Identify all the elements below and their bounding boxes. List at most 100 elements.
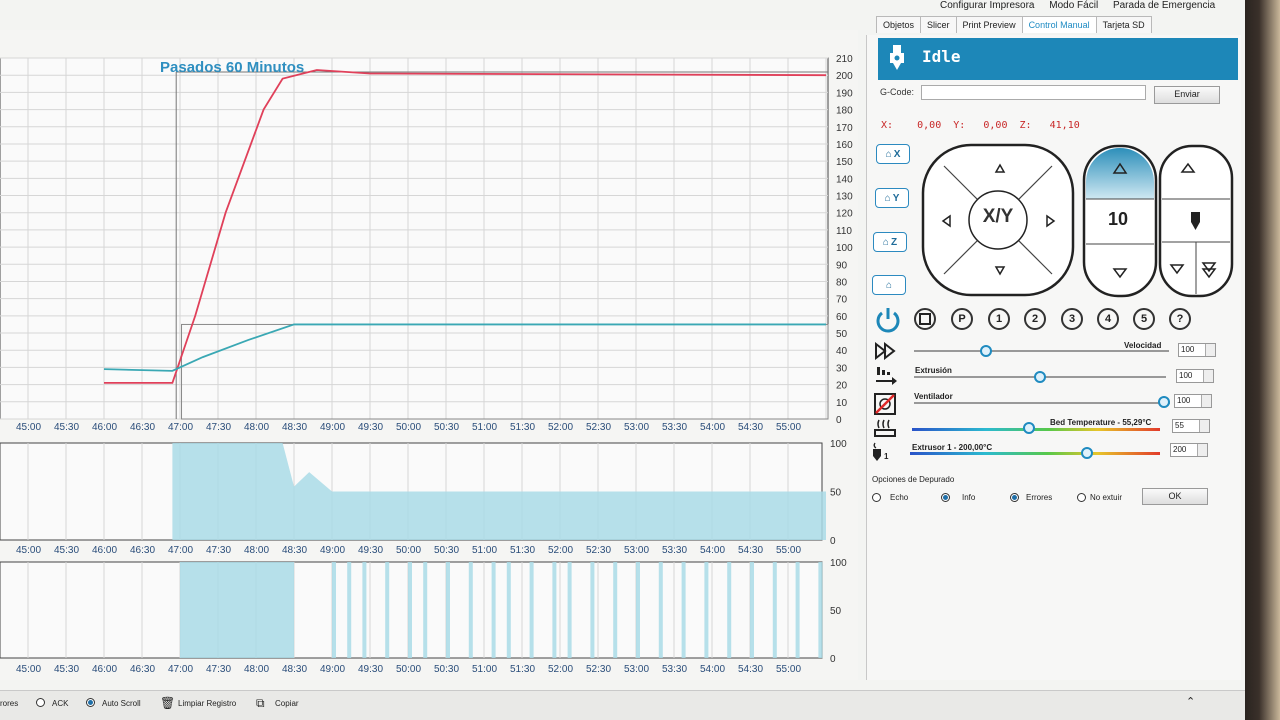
plot-area	[0, 57, 829, 420]
output-pulse	[818, 562, 823, 658]
menu-configure-printer[interactable]: Configurar Impresora	[940, 0, 1034, 11]
xy-center-label[interactable]: X/Y	[968, 206, 1028, 228]
menu-easy-mode[interactable]: Modo Fácil	[1049, 0, 1098, 11]
y-tick-label: 0	[830, 536, 836, 547]
preset-4-button[interactable]: 4	[1097, 308, 1119, 330]
bed-temp-slider-track[interactable]	[912, 428, 1160, 431]
speed-spinner[interactable]: 100	[1178, 343, 1216, 357]
x-label: X:	[881, 120, 894, 131]
y-tick-label: 160	[836, 140, 853, 151]
x-tick-label: 46:00	[92, 664, 117, 675]
fan-slider-thumb[interactable]	[1158, 396, 1170, 408]
x-tick-label: 45:00	[16, 664, 41, 675]
fan-slider-track[interactable]	[914, 402, 1170, 404]
extrusion-spinner[interactable]: 100	[1176, 369, 1214, 383]
output-pulse	[681, 562, 686, 658]
x-tick-label: 54:30	[738, 422, 763, 433]
home-y-button[interactable]: ⌂ Y	[875, 188, 909, 208]
echo-label: Echo	[890, 493, 909, 502]
x-tick-label: 51:30	[510, 422, 535, 433]
output-pulse	[772, 562, 777, 658]
extruder-nozzle-icon	[1191, 212, 1200, 222]
copy-button[interactable]: Copiar	[275, 699, 299, 708]
gcode-input[interactable]	[921, 85, 1146, 100]
speed-slider-track[interactable]	[914, 350, 1169, 352]
preset-1-button[interactable]: 1	[988, 308, 1010, 330]
tab-manual-control[interactable]: Control Manual	[1021, 16, 1097, 33]
output-block	[180, 562, 294, 658]
extruder-temp-label: Extrusor 1 - 200,00°C	[912, 443, 993, 452]
x-tick-label: 45:30	[54, 545, 79, 556]
errors-radio[interactable]	[1010, 493, 1019, 502]
z-step-value[interactable]: 10	[1090, 209, 1146, 230]
output-pulse	[795, 562, 800, 658]
motor-icon	[919, 313, 931, 325]
x-tick-label: 48:00	[244, 545, 269, 556]
y-tick-label: 110	[836, 226, 852, 237]
output-pulse	[423, 562, 428, 658]
home-all-button[interactable]: ⌂	[872, 275, 906, 295]
preset-3-button[interactable]: 3	[1061, 308, 1083, 330]
power-icon[interactable]	[874, 305, 902, 333]
output-pulse	[408, 562, 412, 658]
preset-5-button[interactable]: 5	[1133, 308, 1155, 330]
autoscroll-radio[interactable]	[86, 698, 95, 707]
y-tick-label: 70	[836, 295, 848, 306]
status-text: Idle	[922, 47, 961, 66]
top-menu: Configurar Impresora Modo Fácil Parada d…	[940, 0, 1227, 14]
fan-off-icon[interactable]	[874, 393, 896, 415]
bed-temp-spinner[interactable]: 55	[1172, 419, 1210, 433]
x-tick-label: 53:00	[624, 422, 649, 433]
debug-options-title: Opciones de Depurado	[872, 475, 955, 484]
home-x-button[interactable]: ⌂ X	[876, 144, 910, 164]
ack-label: ACK	[52, 699, 69, 708]
y-tick-label: 180	[836, 106, 853, 117]
output-pulse	[385, 562, 390, 658]
clear-log-button[interactable]: Limpiar Registro	[178, 699, 236, 708]
ack-radio[interactable]	[36, 698, 45, 707]
z-value: 41,10	[1049, 120, 1080, 131]
bed-temp-slider-thumb[interactable]	[1022, 422, 1035, 434]
heated-bed-icon[interactable]	[874, 418, 896, 438]
trash-icon[interactable]: 🗑	[160, 696, 175, 710]
echo-radio[interactable]	[872, 493, 881, 502]
x-tick-label: 50:00	[396, 545, 421, 556]
tab-objects[interactable]: Objetos	[876, 16, 922, 33]
info-radio[interactable]	[941, 493, 950, 502]
park-button[interactable]: P	[951, 308, 973, 330]
send-button[interactable]: Enviar	[1154, 86, 1220, 104]
output-pulse	[636, 562, 640, 658]
home-z-button[interactable]: ⌂ Z	[873, 232, 907, 252]
extruder-temp-slider-track[interactable]	[910, 452, 1160, 455]
tab-slicer[interactable]: Slicer	[920, 16, 957, 33]
no-extrude-label: No extuir	[1090, 493, 1123, 502]
menu-emergency-stop[interactable]: Parada de Emergencia	[1113, 0, 1215, 11]
fan-spinner[interactable]: 100	[1174, 394, 1212, 408]
y-tick-label: 200	[836, 71, 853, 82]
help-button[interactable]: ?	[1169, 308, 1191, 330]
output-pulse	[529, 562, 534, 658]
bed-temp-label: Bed Temperature - 55,29°C	[1050, 418, 1152, 427]
tab-sd-card[interactable]: Tarjeta SD	[1095, 16, 1152, 33]
chevron-up-icon[interactable]: ⌃	[1186, 695, 1195, 708]
errors-filter-label[interactable]: rores	[0, 699, 18, 708]
x-tick-label: 47:30	[206, 422, 231, 433]
copy-icon[interactable]: ⧉	[256, 696, 265, 711]
x-tick-label: 51:00	[472, 422, 497, 433]
x-tick-label: 49:00	[320, 664, 345, 675]
x-tick-label: 54:30	[738, 664, 763, 675]
y-tick-label: 140	[836, 174, 853, 185]
y-tick-label: 20	[836, 381, 848, 392]
stop-motors-button[interactable]	[914, 308, 936, 330]
output-pulse	[491, 562, 496, 658]
speed-slider-thumb[interactable]	[979, 345, 992, 357]
no-extrude-radio[interactable]	[1077, 493, 1086, 502]
tab-print-preview[interactable]: Print Preview	[955, 16, 1023, 33]
extrusion-slider-thumb[interactable]	[1034, 371, 1046, 383]
y-tick-label: 80	[836, 277, 848, 288]
ok-button[interactable]: OK	[1142, 488, 1208, 505]
home-icon: ⌂	[885, 279, 893, 291]
preset-2-button[interactable]: 2	[1024, 308, 1046, 330]
autoscroll-label: Auto Scroll	[102, 699, 141, 708]
extruder-temp-spinner[interactable]: 200	[1170, 443, 1208, 457]
